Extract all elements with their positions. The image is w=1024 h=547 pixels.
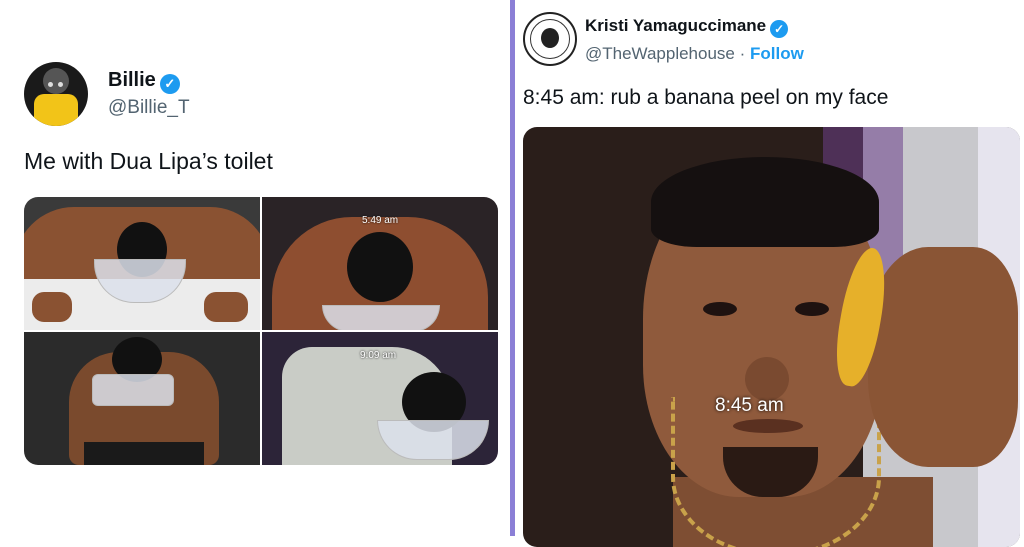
tweet-text: 8:45 am: rub a banana peel on my face xyxy=(523,86,889,109)
media-image[interactable]: 8:45 am xyxy=(523,127,1020,547)
author-name-text: Billie xyxy=(108,69,156,91)
author-name[interactable]: Billie ✓ xyxy=(108,69,180,94)
media-image-4[interactable]: 9:09 am xyxy=(262,332,498,465)
hand xyxy=(868,247,1018,467)
author-name[interactable]: Kristi Yamaguccimane ✓ xyxy=(585,16,789,38)
eye xyxy=(703,302,737,316)
kristi-avatar[interactable] xyxy=(523,12,577,66)
avatar-eye xyxy=(48,82,53,87)
media-image-2[interactable]: 5:49 am xyxy=(262,197,498,330)
avatar-body xyxy=(34,94,78,126)
left-tweet: Billie ✓ @Billie_T Me with Dua Lipa’s toi… xyxy=(0,0,512,536)
shorts xyxy=(84,442,204,465)
handle-separator: · xyxy=(739,44,746,63)
eye xyxy=(795,302,829,316)
avatar-head xyxy=(43,68,69,94)
avatar-eye xyxy=(58,82,63,87)
timestamp-overlay: 8:45 am xyxy=(715,395,784,416)
verified-badge-icon: ✓ xyxy=(159,74,180,94)
gold-chain xyxy=(671,397,881,547)
glass-tray xyxy=(92,374,174,406)
head xyxy=(347,232,413,302)
timestamp-overlay: 9:09 am xyxy=(360,350,397,361)
glass-bowl xyxy=(322,305,440,330)
media-grid[interactable]: 5:49 am 9:09 am xyxy=(24,197,498,465)
verified-badge-icon: ✓ xyxy=(770,20,789,38)
hand xyxy=(204,292,248,322)
timestamp-overlay: 5:49 am xyxy=(362,215,399,226)
tweet-text: Me with Dua Lipa’s toilet xyxy=(24,148,273,174)
media-image-3[interactable] xyxy=(24,332,260,465)
hair xyxy=(651,157,879,247)
follow-button[interactable]: Follow xyxy=(750,44,804,63)
billie-avatar[interactable] xyxy=(24,62,88,126)
author-name-text: Kristi Yamaguccimane xyxy=(585,16,767,35)
right-tweet: Kristi Yamaguccimane ✓ @TheWapplehouse · … xyxy=(515,0,1024,547)
author-handle-row: @TheWapplehouse · Follow xyxy=(585,44,804,64)
author-handle[interactable]: @Billie_T xyxy=(108,97,190,119)
hand xyxy=(32,292,72,322)
avatar-face xyxy=(541,28,559,48)
media-image-1[interactable] xyxy=(24,197,260,330)
author-handle[interactable]: @TheWapplehouse xyxy=(585,44,735,63)
